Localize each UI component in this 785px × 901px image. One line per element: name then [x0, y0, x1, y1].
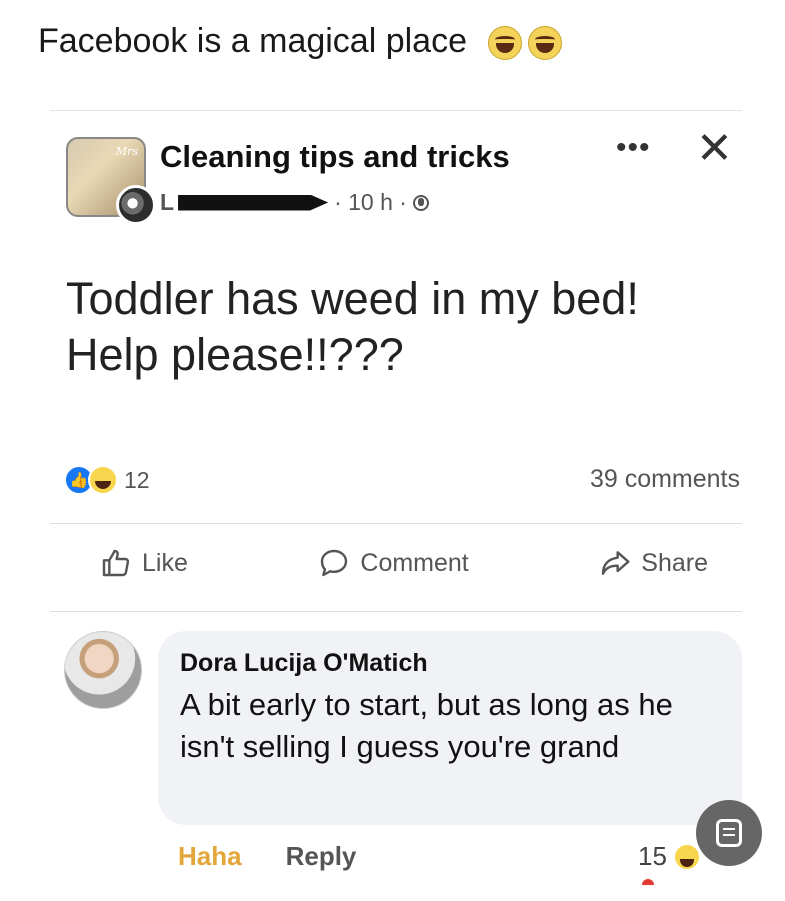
facebook-post-card: Cleaning tips and tricks L · 10 h · ••• … [50, 110, 742, 901]
post-actions: Like Comment Share [50, 547, 742, 579]
caption-text: Facebook is a magical place [38, 22, 468, 60]
author-initial[interactable]: L [160, 189, 174, 216]
author-avatar[interactable] [116, 185, 156, 225]
comment-haha-button[interactable]: Haha [178, 841, 242, 872]
comment-actions: Haha Reply [178, 841, 356, 872]
text-scan-icon [716, 819, 742, 847]
like-label: Like [142, 548, 188, 577]
haha-reaction-icon [88, 465, 118, 495]
caption: Facebook is a magical place [38, 22, 563, 61]
reaction-summary[interactable]: 👍 12 [64, 465, 150, 495]
comment-button[interactable]: Comment [318, 547, 469, 579]
comment-author[interactable]: Dora Lucija O'Matich [180, 649, 720, 678]
like-button[interactable]: Like [100, 547, 188, 579]
comment-reaction-count: 15 [638, 841, 667, 871]
laughing-face-icon [528, 26, 563, 61]
share-button[interactable]: Share [599, 547, 708, 579]
post-time[interactable]: · 10 h · [334, 189, 407, 216]
commenter-avatar[interactable] [64, 631, 142, 709]
screen-text-lens-button[interactable] [696, 800, 762, 866]
comment-reply-button[interactable]: Reply [286, 841, 357, 872]
redacted-name [178, 194, 329, 211]
close-button[interactable]: ✕ [696, 127, 733, 171]
group-avatar[interactable] [66, 137, 156, 225]
post-meta: L · 10 h · [160, 189, 429, 216]
caption-emojis [488, 26, 563, 61]
reaction-count: 12 [124, 466, 150, 493]
thumbs-up-icon [102, 549, 130, 577]
globe-icon [412, 194, 429, 211]
share-label: Share [641, 548, 708, 577]
post-text: Toddler has weed in my bed! Help please!… [66, 273, 639, 380]
group-name[interactable]: Cleaning tips and tricks [160, 139, 510, 175]
comment-text: A bit early to start, but as long as he … [180, 687, 673, 764]
more-options-button[interactable]: ••• [616, 131, 651, 165]
share-arrow-icon [602, 551, 630, 575]
comments-count[interactable]: 39 comments [590, 465, 740, 494]
divider [50, 611, 742, 612]
comment-bubble: Dora Lucija O'Matich A bit early to star… [158, 631, 742, 825]
comment-reaction-summary[interactable]: 15 [638, 841, 701, 885]
haha-reaction-icon [672, 842, 701, 871]
red-marker [642, 879, 654, 885]
comment-bubble-icon [321, 549, 348, 577]
divider [50, 523, 742, 524]
comment-label: Comment [360, 548, 469, 577]
laughing-face-icon [488, 26, 523, 61]
